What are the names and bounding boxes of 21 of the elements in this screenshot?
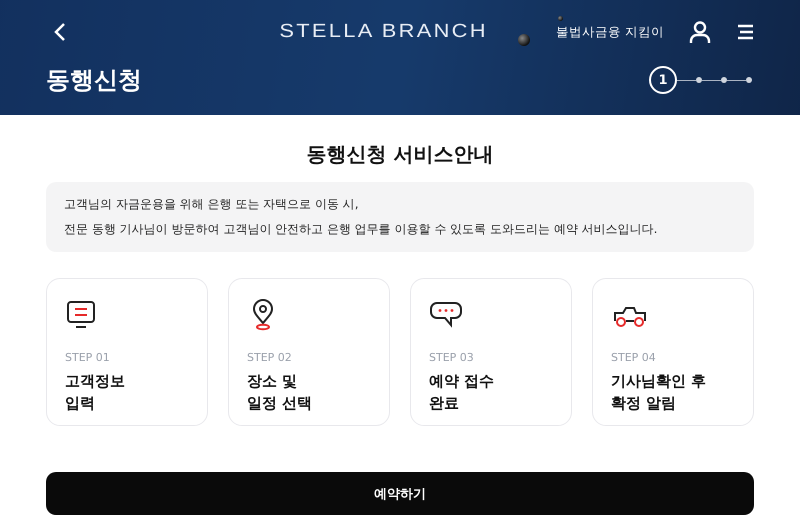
step-label: STEP 04 xyxy=(611,351,657,364)
progress-step: 1 xyxy=(649,66,677,94)
step-label: STEP 01 xyxy=(65,351,111,364)
sphere-icon xyxy=(518,34,530,46)
info-text: 전문 동행 기사님이 방문하여 고객님이 안전하고 은행 업무를 이용할 수 있도록 도와드리는 예약 서비스입니다. xyxy=(64,221,658,238)
section-heading: 동행신청 서비스안내 xyxy=(306,141,494,168)
info-text: 고객님의 자금운용을 위해 은행 또는 자택으로 이동 시, xyxy=(64,196,360,213)
header-link[interactable]: 불법사금융 지킴이 xyxy=(556,24,664,40)
brand-logo: STELLA BRANCH xyxy=(279,21,488,43)
page-title: 동행신청 xyxy=(46,65,142,96)
menu-icon[interactable] xyxy=(736,24,754,40)
user-icon[interactable] xyxy=(688,20,712,44)
step-title: 고객정보 입력 xyxy=(65,371,126,414)
monitor-icon xyxy=(65,299,97,331)
step-label: STEP 02 xyxy=(247,351,293,364)
sphere-icon xyxy=(558,16,563,21)
reserve-button[interactable]: 예약하기 xyxy=(46,472,754,515)
step-label: STEP 03 xyxy=(429,351,475,364)
step-title: 예약 접수 완료 xyxy=(429,371,496,414)
step-title: 장소 및 일정 선택 xyxy=(247,371,314,414)
step-title: 기사님확인 후 확정 알림 xyxy=(611,371,708,414)
